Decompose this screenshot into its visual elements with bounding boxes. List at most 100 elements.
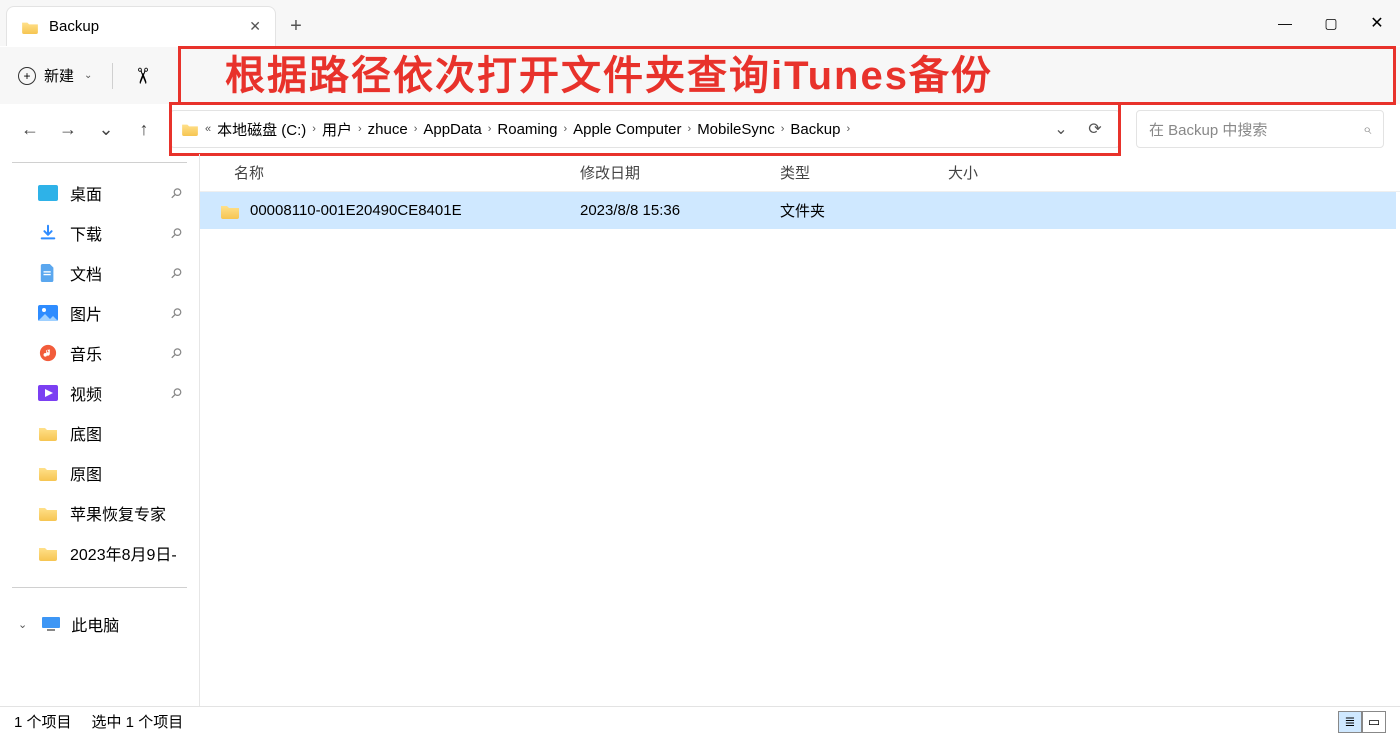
nav-buttons: ← → ⌄ ↑: [16, 115, 158, 143]
sidebar-item[interactable]: 下载 ⚲: [0, 213, 199, 253]
pin-icon: ⚲: [166, 183, 185, 202]
col-name[interactable]: 名称: [234, 162, 580, 183]
sidebar-item-label: 原图: [70, 461, 102, 485]
tab-close-icon[interactable]: ✕: [249, 18, 261, 35]
file-list: 名称 修改日期 类型 大小 00008110-001E20490CE8401E …: [200, 154, 1400, 706]
sidebar-item-label: 文档: [70, 261, 102, 285]
toolbar: + 新建 ⌄ ✂ 根据路径依次打开文件夹查询iTunes备份: [0, 46, 1400, 104]
sidebar-item-label: 底图: [70, 421, 102, 445]
sidebar-item-label: 2023年8月9日-: [70, 541, 177, 565]
history-dropdown[interactable]: ⌄: [92, 115, 120, 143]
folder-icon: [38, 545, 58, 561]
maximize-button[interactable]: ▢: [1308, 0, 1354, 46]
view-details-button[interactable]: ≣: [1338, 711, 1362, 733]
nav-address-row: ← → ⌄ ↑ « 本地磁盘 (C:)› 用户› zhuce› AppData›…: [0, 104, 1400, 154]
search-input[interactable]: 在 Backup 中搜索 ⌕: [1136, 110, 1384, 148]
item-name: 00008110-001E20490CE8401E: [250, 202, 462, 219]
pin-icon: ⚲: [166, 343, 185, 362]
pin-icon: ⚲: [166, 383, 185, 402]
forward-button[interactable]: →: [54, 115, 82, 143]
new-button[interactable]: + 新建 ⌄: [18, 65, 92, 86]
folder-icon: [181, 122, 199, 136]
folder-icon: [21, 20, 39, 34]
picture-icon: [38, 305, 58, 321]
sidebar-item[interactable]: 底图: [0, 413, 199, 453]
cut-button[interactable]: ✂: [133, 63, 151, 89]
sidebar-item[interactable]: 音乐 ⚲: [0, 333, 199, 373]
breadcrumb-segment[interactable]: MobileSync›: [697, 121, 784, 138]
sidebar-item-label: 图片: [70, 301, 102, 325]
chevron-down-icon: ⌄: [18, 618, 27, 631]
music-icon: [38, 345, 58, 361]
col-type[interactable]: 类型: [780, 162, 948, 183]
folder-icon: [220, 203, 240, 219]
list-item[interactable]: 00008110-001E20490CE8401E 2023/8/8 15:36…: [200, 192, 1396, 229]
new-tab-button[interactable]: +: [276, 6, 316, 46]
up-button[interactable]: ↑: [130, 115, 158, 143]
desktop-icon: [38, 185, 58, 201]
col-date[interactable]: 修改日期: [580, 162, 780, 183]
sidebar-item[interactable]: 2023年8月9日-: [0, 533, 199, 573]
view-icons-button[interactable]: ▭: [1362, 711, 1386, 733]
address-bar[interactable]: « 本地磁盘 (C:)› 用户› zhuce› AppData› Roaming…: [170, 110, 1120, 148]
sidebar-item-label: 视频: [70, 381, 102, 405]
pc-icon: [41, 616, 61, 632]
breadcrumb-segment[interactable]: 用户›: [322, 119, 362, 140]
refresh-button[interactable]: ⟳: [1081, 119, 1109, 139]
sidebar-item[interactable]: 文档 ⚲: [0, 253, 199, 293]
chevron-down-icon: ⌄: [84, 70, 92, 81]
sidebar-item-label: 下载: [70, 221, 102, 245]
scissors-icon: ✂: [130, 66, 156, 84]
sidebar-item[interactable]: 原图: [0, 453, 199, 493]
item-type: 文件夹: [780, 200, 948, 221]
column-headers[interactable]: 名称 修改日期 类型 大小: [200, 154, 1400, 192]
folder-icon: [38, 425, 58, 441]
sidebar-item[interactable]: 桌面 ⚲: [0, 173, 199, 213]
doc-icon: [38, 265, 58, 281]
back-button[interactable]: ←: [16, 115, 44, 143]
window-controls: — ▢ ✕: [1262, 0, 1400, 46]
sidebar-this-pc[interactable]: ⌄ 此电脑: [0, 602, 199, 646]
view-toggle: ≣ ▭: [1338, 711, 1386, 733]
titlebar: Backup ✕ + — ▢ ✕: [0, 0, 1400, 46]
plus-circle-icon: +: [18, 67, 36, 85]
breadcrumb-segment[interactable]: 本地磁盘 (C:)›: [217, 119, 316, 140]
status-selected: 选中 1 个项目: [92, 711, 184, 732]
col-size[interactable]: 大小: [948, 162, 1400, 183]
tab-title: Backup: [49, 18, 239, 35]
sidebar-item[interactable]: 图片 ⚲: [0, 293, 199, 333]
breadcrumb-segment[interactable]: Roaming›: [497, 121, 567, 138]
minimize-button[interactable]: —: [1262, 0, 1308, 46]
sidebar-item[interactable]: 视频 ⚲: [0, 373, 199, 413]
sidebar-item[interactable]: 苹果恢复专家: [0, 493, 199, 533]
breadcrumb-segment[interactable]: AppData›: [423, 121, 491, 138]
folder-icon: [38, 465, 58, 481]
address-history-chevron[interactable]: ⌄: [1047, 119, 1075, 139]
sidebar-pc-label: 此电脑: [71, 612, 119, 636]
status-bar: 1 个项目 选中 1 个项目 ≣ ▭: [0, 706, 1400, 736]
sidebar: 桌面 ⚲ 下载 ⚲ 文档 ⚲ 图片 ⚲ 音乐 ⚲ 视频 ⚲ 底图原图苹果恢复专家 2023年8月9日- ⌄…: [0, 154, 200, 706]
breadcrumb-segment[interactable]: Backup›: [790, 121, 850, 138]
close-button[interactable]: ✕: [1354, 0, 1400, 46]
pin-icon: ⚲: [166, 263, 185, 282]
separator: [112, 63, 113, 89]
video-icon: [38, 385, 58, 401]
search-placeholder: 在 Backup 中搜索: [1149, 119, 1267, 140]
download-icon: [38, 225, 58, 241]
sidebar-item-label: 苹果恢复专家: [70, 501, 166, 525]
breadcrumb-segment[interactable]: zhuce›: [368, 121, 418, 138]
folder-icon: [38, 505, 58, 521]
status-count: 1 个项目: [14, 711, 72, 732]
browser-tab[interactable]: Backup ✕: [6, 6, 276, 46]
chevron-right-icon: «: [205, 123, 211, 135]
pin-icon: ⚲: [166, 223, 185, 242]
main-area: 桌面 ⚲ 下载 ⚲ 文档 ⚲ 图片 ⚲ 音乐 ⚲ 视频 ⚲ 底图原图苹果恢复专家 2023年8月9日- ⌄…: [0, 154, 1400, 706]
search-icon: ⌕: [1363, 121, 1371, 138]
new-label: 新建: [44, 65, 74, 86]
sidebar-item-label: 桌面: [70, 181, 102, 205]
pin-icon: ⚲: [166, 303, 185, 322]
breadcrumb-segment[interactable]: Apple Computer›: [573, 121, 691, 138]
annotation-text: 根据路径依次打开文件夹查询iTunes备份: [225, 43, 993, 101]
item-date: 2023/8/8 15:36: [580, 202, 780, 219]
sidebar-item-label: 音乐: [70, 341, 102, 365]
